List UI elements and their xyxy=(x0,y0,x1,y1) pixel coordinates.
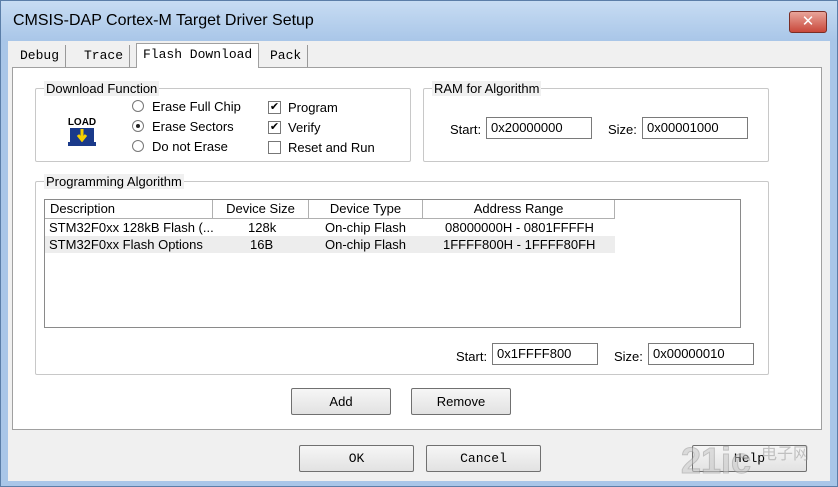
close-icon: ✕ xyxy=(801,13,815,30)
tab-label: Pack xyxy=(270,48,302,63)
ram-start-input[interactable]: 0x20000000 xyxy=(486,117,592,139)
checkbox[interactable] xyxy=(268,141,281,154)
cell-address-range: 1FFFF800H - 1FFFF80FH xyxy=(443,237,596,252)
table-row[interactable]: STM32F0xx Flash Options 16B On-chip Flas… xyxy=(45,236,615,253)
ram-start-label: Start: xyxy=(450,122,482,137)
checkbox-label: Reset and Run xyxy=(288,140,375,155)
button-label: Cancel xyxy=(460,451,507,466)
tab-flash-download[interactable]: Flash Download xyxy=(136,43,260,68)
load-icon-text: LOAD xyxy=(68,117,96,128)
cell-device-size: 16B xyxy=(250,237,274,252)
cell-description: STM32F0xx 128kB Flash (... xyxy=(49,220,214,235)
algo-size-input[interactable]: 0x00000010 xyxy=(648,343,754,365)
ok-button[interactable]: OK xyxy=(299,445,414,472)
tab-label: Trace xyxy=(84,48,124,63)
close-button[interactable]: ✕ xyxy=(789,11,827,33)
load-icon: LOAD xyxy=(66,115,98,146)
column-header-device-size[interactable]: Device Size xyxy=(213,200,309,219)
tab-pack[interactable]: Pack xyxy=(264,45,309,67)
cell-device-type: On-chip Flash xyxy=(325,237,406,252)
button-label: OK xyxy=(348,451,365,466)
column-header-description[interactable]: Description xyxy=(45,200,213,219)
algo-start-label: Start: xyxy=(456,349,488,364)
checkbox[interactable]: ✔ xyxy=(268,121,281,134)
programming-algorithm-group: Programming Algorithm Description Device… xyxy=(35,174,769,375)
tab-label: Debug xyxy=(20,48,60,63)
remove-button[interactable]: Remove xyxy=(411,388,511,415)
tab-debug[interactable]: Debug xyxy=(14,45,67,67)
watermark-subtext: 电子网 xyxy=(761,444,809,463)
cell-device-size: 128k xyxy=(248,220,277,235)
ram-size-label: Size: xyxy=(608,122,637,137)
algorithm-table[interactable]: Description Device Size Device Type Addr… xyxy=(44,199,741,328)
checkbox[interactable]: ✔ xyxy=(268,101,281,114)
window-title: CMSIS-DAP Cortex-M Target Driver Setup xyxy=(13,12,314,29)
ram-size-input[interactable]: 0x00001000 xyxy=(642,117,748,139)
column-header-address-range[interactable]: Address Range xyxy=(423,200,615,219)
radio-button[interactable] xyxy=(132,100,144,112)
checkbox-label: Program xyxy=(288,100,338,115)
radio-label: Do not Erase xyxy=(152,139,228,154)
add-button[interactable]: Add xyxy=(291,388,391,415)
flash-download-panel: Download Function LOAD Erase Full Chip E… xyxy=(12,67,822,430)
cell-description: STM32F0xx Flash Options xyxy=(49,237,203,252)
dialog-window: CMSIS-DAP Cortex-M Target Driver Setup ✕… xyxy=(0,0,838,487)
radio-button-selected[interactable] xyxy=(132,120,144,132)
watermark-text: 21ic xyxy=(681,440,751,481)
radio-label: Erase Sectors xyxy=(152,119,234,134)
button-label: Add xyxy=(329,394,353,409)
download-function-group: Download Function LOAD Erase Full Chip E… xyxy=(35,81,411,162)
algo-start-input[interactable]: 0x1FFFF800 xyxy=(492,343,598,365)
table-row[interactable]: STM32F0xx 128kB Flash (... 128k On-chip … xyxy=(45,219,615,236)
cell-device-type: On-chip Flash xyxy=(325,220,406,235)
group-legend: Download Function xyxy=(44,81,160,96)
group-legend: Programming Algorithm xyxy=(44,174,184,189)
tab-label: Flash Download xyxy=(143,47,253,62)
button-label: Remove xyxy=(436,394,486,409)
title-bar[interactable]: CMSIS-DAP Cortex-M Target Driver Setup ✕ xyxy=(1,1,837,41)
cell-address-range: 08000000H - 0801FFFFH xyxy=(445,220,594,235)
checkbox-label: Verify xyxy=(288,120,321,135)
ram-for-algorithm-group: RAM for Algorithm Start: 0x20000000 Size… xyxy=(423,81,769,162)
column-header-device-type[interactable]: Device Type xyxy=(309,200,423,219)
algo-size-label: Size: xyxy=(614,349,643,364)
cancel-button[interactable]: Cancel xyxy=(426,445,541,472)
tab-trace[interactable]: Trace xyxy=(78,45,131,67)
radio-button[interactable] xyxy=(132,140,144,152)
site-watermark-logo: 21ic 电子网 xyxy=(681,440,810,482)
group-legend: RAM for Algorithm xyxy=(432,81,542,96)
radio-label: Erase Full Chip xyxy=(152,99,241,114)
dialog-client-area: Debug Trace Flash Download Pack Download… xyxy=(8,41,830,481)
